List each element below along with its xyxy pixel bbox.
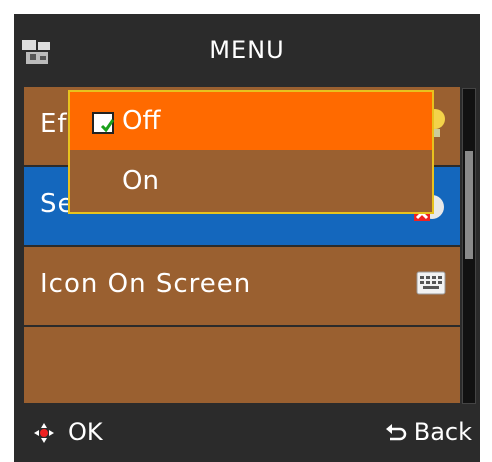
page-title: MENU bbox=[209, 36, 285, 64]
checked-checkbox-icon bbox=[92, 112, 114, 134]
camera-screen: MENU Ef Self Timer Icon On Screen bbox=[14, 14, 480, 462]
back-label: Back bbox=[413, 418, 472, 446]
effect-options-popup: Off On bbox=[68, 90, 434, 214]
scrollbar[interactable] bbox=[462, 88, 476, 404]
back-arrow-icon bbox=[385, 424, 406, 441]
keyboard-icon bbox=[416, 271, 446, 295]
menu-item-label: Ef bbox=[40, 109, 68, 139]
menu-item-empty[interactable] bbox=[24, 327, 460, 403]
option-label: Off bbox=[122, 106, 161, 136]
header: MENU bbox=[14, 14, 480, 86]
scrollbar-thumb[interactable] bbox=[465, 151, 473, 259]
option-off[interactable]: Off bbox=[70, 92, 432, 150]
menu-item-icon-on-screen[interactable]: Icon On Screen bbox=[24, 247, 460, 325]
option-label: On bbox=[122, 166, 159, 196]
footer: OK Back bbox=[14, 406, 480, 462]
option-on[interactable]: On bbox=[70, 152, 432, 210]
back-hint[interactable]: Back bbox=[384, 418, 472, 446]
menu-item-label: Icon On Screen bbox=[40, 269, 252, 299]
ok-hint[interactable]: OK bbox=[32, 418, 103, 446]
ok-label: OK bbox=[68, 418, 103, 446]
dpad-icon bbox=[34, 423, 54, 443]
